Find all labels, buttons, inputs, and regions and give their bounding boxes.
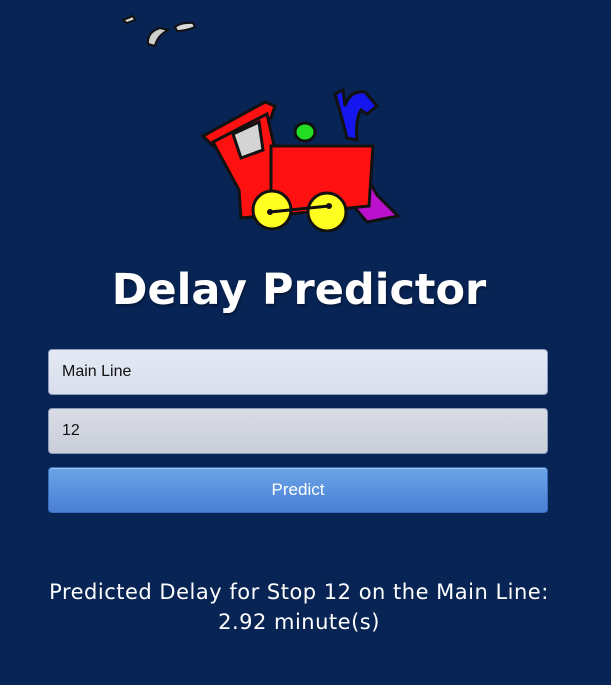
page-title: Delay Predictor xyxy=(111,265,487,315)
line-input[interactable] xyxy=(48,349,548,395)
predict-button[interactable]: Predict xyxy=(48,467,548,513)
page: Delay Predictor Predict Predicted Delay … xyxy=(0,0,611,685)
prediction-result: Predicted Delay for Stop 12 on the Main … xyxy=(49,580,549,634)
prediction-form: Predict xyxy=(48,349,548,513)
stop-input[interactable] xyxy=(48,408,548,454)
result-text-container: Predicted Delay for Stop 12 on the Main … xyxy=(0,577,598,637)
train-icon xyxy=(120,14,402,233)
